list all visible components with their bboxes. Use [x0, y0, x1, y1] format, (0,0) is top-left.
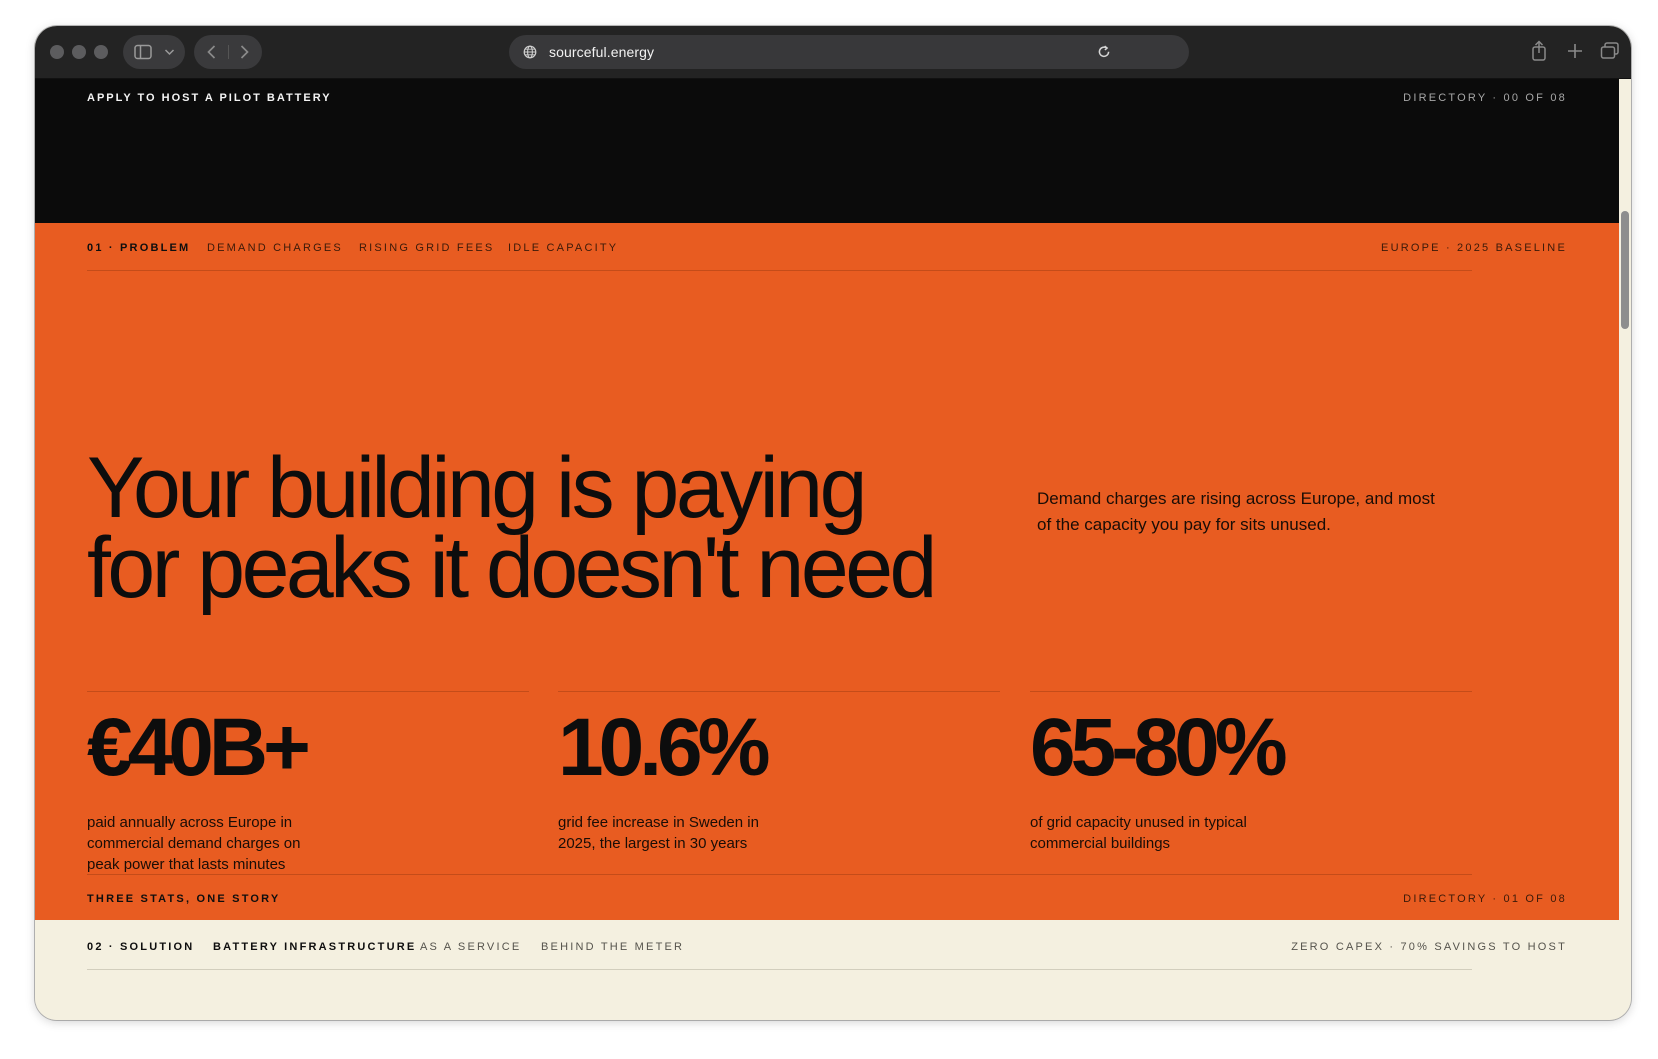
browser-toolbar: sourceful.energy	[35, 26, 1631, 79]
chevron-left-icon[interactable]	[205, 44, 219, 60]
address-bar[interactable]: sourceful.energy	[509, 35, 1189, 69]
solution-nav-label[interactable]: 02 · SOLUTION	[87, 941, 194, 953]
solution-section: 02 · SOLUTION BATTERY INFRASTRUCTURE AS …	[35, 920, 1619, 1020]
stat-description: of grid capacity unused in typical comme…	[1030, 814, 1247, 852]
problem-lede: Demand charges are rising across Europe,…	[1037, 489, 1435, 534]
zoom-window-button[interactable]	[94, 45, 108, 59]
chevron-right-icon[interactable]	[237, 44, 251, 60]
problem-section: 01 · PROBLEM DEMAND CHARGES RISING GRID …	[35, 223, 1619, 920]
stat-value: €40B+	[87, 702, 311, 793]
region-baseline-label: EUROPE · 2025 BASELINE	[1381, 242, 1567, 254]
stat-description: paid annually across Europe in commercia…	[87, 814, 301, 873]
nav-divider	[87, 270, 1472, 271]
sidebar-toggle-button[interactable]	[123, 35, 185, 69]
nav-divider	[87, 969, 1472, 970]
footer-divider	[87, 874, 1472, 875]
close-window-button[interactable]	[50, 45, 64, 59]
stat-divider	[558, 691, 1000, 692]
directory-indicator: DIRECTORY · 01 OF 08	[1403, 893, 1567, 905]
sidebar-icon	[134, 44, 152, 60]
history-navigation	[194, 35, 262, 69]
scrollbar-thumb[interactable]	[1621, 211, 1629, 329]
nav-divider	[228, 45, 229, 59]
globe-icon	[523, 45, 537, 59]
reload-icon[interactable]	[1097, 45, 1111, 59]
nav-item-rising-grid-fees[interactable]: RISING GRID FEES	[359, 242, 494, 254]
nav-item-battery-infrastructure[interactable]: BATTERY INFRASTRUCTURE	[213, 941, 416, 953]
page-scrollbar[interactable]	[1619, 79, 1631, 1020]
chevron-down-icon[interactable]	[164, 48, 175, 56]
headline-line-2: for peaks it doesn't need	[87, 520, 937, 616]
nav-item-behind-the-meter[interactable]: BEHIND THE METER	[541, 941, 684, 953]
directory-indicator: DIRECTORY · 00 OF 08	[1403, 92, 1567, 104]
problem-nav-label[interactable]: 01 · PROBLEM	[87, 242, 190, 254]
top-bar: APPLY TO HOST A PILOT BATTERY DIRECTORY …	[35, 79, 1619, 223]
section-footer-label: THREE STATS, ONE STORY	[87, 893, 281, 905]
nav-item-demand-charges[interactable]: DEMAND CHARGES	[207, 242, 343, 254]
solution-meta-label: ZERO CAPEX · 70% SAVINGS TO HOST	[1291, 941, 1567, 953]
browser-window: sourceful.energy APPLY TO HOST A PILOT B…	[35, 26, 1631, 1020]
plus-icon[interactable]	[1567, 43, 1583, 59]
nav-item-as-a-service[interactable]: AS A SERVICE	[420, 941, 521, 953]
problem-headline: Your building is paying for peaks it doe…	[87, 445, 1047, 611]
share-icon[interactable]	[1530, 40, 1548, 62]
nav-item-idle-capacity[interactable]: IDLE CAPACITY	[508, 242, 618, 254]
stat-divider	[87, 691, 529, 692]
minimize-window-button[interactable]	[72, 45, 86, 59]
stat-description: grid fee increase in Sweden in 2025, the…	[558, 814, 759, 852]
page-viewport: APPLY TO HOST A PILOT BATTERY DIRECTORY …	[35, 79, 1619, 1020]
stat-divider	[1030, 691, 1472, 692]
stat-value: 65-80%	[1030, 702, 1288, 793]
stat-value: 10.6%	[558, 702, 771, 793]
apply-pilot-battery-link[interactable]: APPLY TO HOST A PILOT BATTERY	[87, 92, 332, 104]
tab-overview-icon[interactable]	[1600, 42, 1620, 60]
url-text: sourceful.energy	[549, 44, 655, 60]
